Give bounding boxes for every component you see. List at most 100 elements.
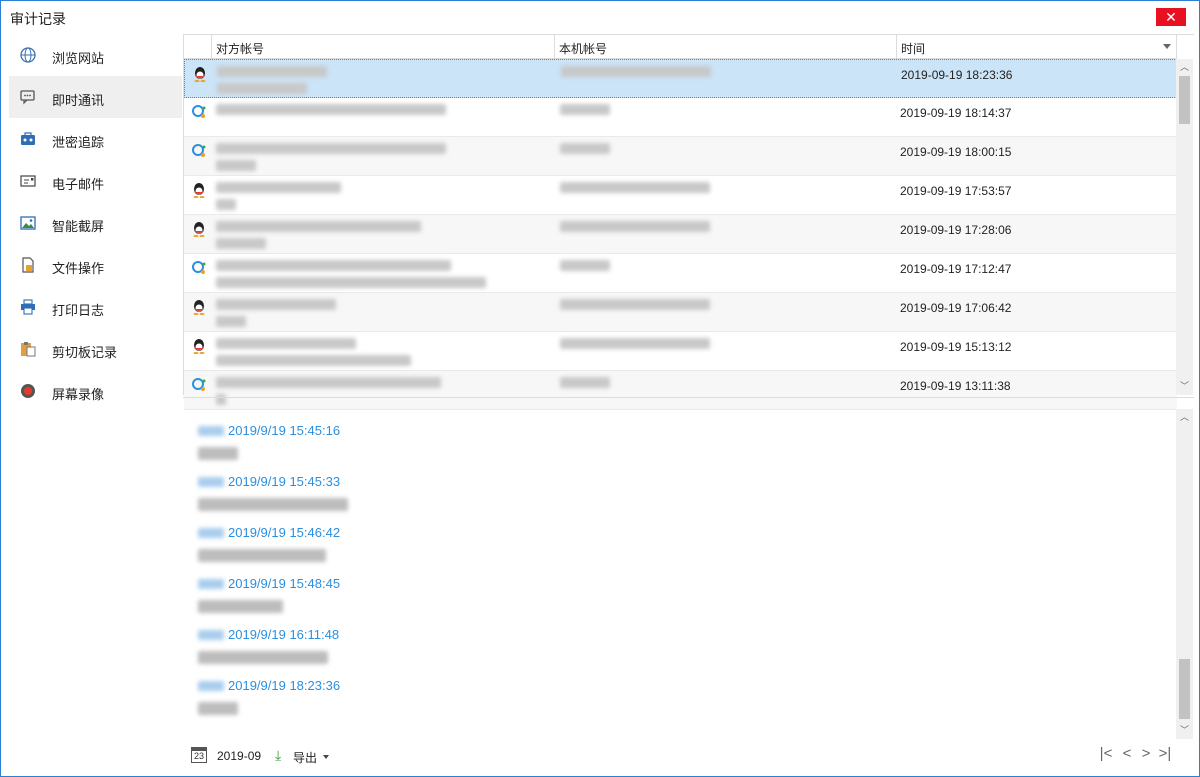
- sidebar-item-label: 剪切板记录: [52, 345, 118, 360]
- blurred-peer-account: [216, 377, 441, 388]
- prev-page-button[interactable]: <: [1119, 745, 1135, 765]
- scroll-up-icon[interactable]: ︿: [1176, 409, 1193, 426]
- blurred-message-preview: [217, 83, 307, 94]
- chat-icon: [20, 90, 35, 105]
- table-row[interactable]: 2019-09-19 15:13:12: [184, 332, 1177, 371]
- blurred-message-body: [198, 549, 326, 562]
- sidebar-item-smart-screenshot[interactable]: 智能截屏: [9, 202, 182, 244]
- blurred-peer-account: [216, 299, 336, 310]
- calendar-day: 23: [193, 751, 204, 761]
- scroll-up-icon[interactable]: ︿: [1176, 59, 1193, 76]
- calendar-icon[interactable]: 23: [191, 747, 207, 763]
- blurred-sender-name: [198, 528, 224, 538]
- sidebar: 浏览网站 即时通讯 泄密追踪 电子邮件 智能截屏 文件操作 打印日志 剪切板记录…: [9, 34, 182, 772]
- message-timestamp: 2019/9/19 15:46:42: [228, 525, 341, 540]
- table-row[interactable]: 2019-09-19 17:06:42: [184, 293, 1177, 332]
- sidebar-item-browse-web[interactable]: 浏览网站: [9, 34, 182, 76]
- record-list: 对方帐号 本机帐号 时间 2019-09-19 18:23:36 2019-09-…: [183, 34, 1194, 410]
- blurred-local-account: [560, 182, 710, 193]
- briefcase-icon: [21, 132, 35, 145]
- audit-window: 审计记录 ✕ 浏览网站 即时通讯 泄密追踪 电子邮件 智能截屏 文件操作 打印日…: [0, 0, 1200, 777]
- scroll-thumb[interactable]: [1179, 76, 1190, 124]
- column-header-time[interactable]: 时间: [897, 35, 1177, 59]
- wechat-work-icon: [192, 378, 206, 391]
- sidebar-item-instant-messaging[interactable]: 即时通讯: [9, 76, 182, 118]
- column-header-label: 对方帐号: [216, 42, 265, 56]
- sidebar-item-clipboard-log[interactable]: 剪切板记录: [9, 328, 182, 370]
- message-timestamp: 2019/9/19 15:45:33: [228, 474, 341, 489]
- scroll-thumb[interactable]: [1179, 659, 1190, 719]
- sidebar-item-email[interactable]: 电子邮件: [9, 160, 182, 202]
- blurred-peer-account: [216, 338, 356, 349]
- blurred-message-body: [198, 600, 283, 613]
- scroll-down-icon[interactable]: ﹀: [1176, 378, 1193, 395]
- column-header-peer-account[interactable]: 对方帐号: [212, 35, 555, 59]
- blurred-local-account: [560, 221, 710, 232]
- wechat-work-icon: [192, 261, 206, 274]
- export-label: 导出: [293, 751, 318, 765]
- table-row[interactable]: 2019-09-19 17:53:57: [184, 176, 1177, 215]
- next-page-button[interactable]: >: [1138, 745, 1154, 765]
- table-row[interactable]: 2019-09-19 18:23:36: [184, 59, 1177, 98]
- sidebar-item-label: 打印日志: [52, 303, 105, 318]
- blurred-message-body: [198, 651, 328, 664]
- blurred-message-preview: [216, 277, 486, 288]
- image-icon: [20, 216, 36, 230]
- blurred-message-body: [198, 498, 348, 511]
- column-header-local-account[interactable]: 本机帐号: [555, 35, 897, 59]
- table-row[interactable]: 2019-09-19 17:12:47: [184, 254, 1177, 293]
- last-page-button[interactable]: >|: [1157, 745, 1173, 765]
- qq-icon: [194, 67, 206, 82]
- qq-icon: [193, 300, 205, 315]
- blurred-sender-name: [198, 681, 224, 691]
- wechat-work-icon: [192, 105, 206, 118]
- sidebar-item-label: 泄密追踪: [52, 135, 105, 150]
- list-scrollbar[interactable]: ︿ ﹀: [1176, 59, 1193, 395]
- message-timestamp: 2019/9/19 15:45:16: [228, 423, 341, 438]
- footer-toolbar: 23 2019-09 ⤓ 导出 |< < > >|: [183, 743, 1194, 771]
- blurred-message-preview: [216, 160, 256, 171]
- blurred-peer-account: [216, 104, 446, 115]
- mail-icon: [20, 175, 36, 187]
- scroll-down-icon[interactable]: ﹀: [1176, 722, 1193, 739]
- blurred-message-preview: [216, 199, 236, 210]
- message-timestamp: 2019/9/19 18:23:36: [228, 678, 341, 693]
- download-icon: ⤓: [275, 747, 282, 763]
- column-header-label: 本机帐号: [559, 42, 608, 56]
- globe-icon: [20, 47, 36, 63]
- table-row[interactable]: 2019-09-19 18:00:15: [184, 137, 1177, 176]
- message-timestamp: 2019/9/19 16:11:48: [228, 627, 340, 642]
- blurred-sender-name: [198, 579, 224, 589]
- first-page-button[interactable]: |<: [1098, 745, 1114, 765]
- close-button[interactable]: ✕: [1156, 8, 1186, 26]
- table-row[interactable]: 2019-09-19 17:28:06: [184, 215, 1177, 254]
- blurred-sender-name: [198, 630, 224, 640]
- detail-scrollbar[interactable]: ︿ ﹀: [1176, 409, 1193, 739]
- blurred-message-preview: [216, 238, 266, 249]
- window-title: 审计记录: [10, 11, 66, 27]
- sidebar-item-label: 屏幕录像: [52, 387, 105, 402]
- row-time: 2019-09-19 17:28:06: [900, 223, 1012, 237]
- sort-dropdown-icon[interactable]: [1163, 44, 1171, 49]
- blurred-peer-account: [216, 182, 341, 193]
- blurred-peer-account: [217, 66, 327, 77]
- table-row[interactable]: 2019-09-19 18:14:37: [184, 98, 1177, 137]
- blurred-local-account: [560, 260, 610, 271]
- title-bar: 审计记录 ✕: [1, 1, 1199, 34]
- icon-column-header: [184, 35, 212, 59]
- blurred-sender-name: [198, 477, 224, 487]
- blurred-local-account: [560, 143, 610, 154]
- blurred-message-body: [198, 447, 238, 460]
- sidebar-item-screen-recording[interactable]: 屏幕录像: [9, 370, 182, 412]
- month-selector[interactable]: 2019-09: [217, 749, 261, 763]
- row-time: 2019-09-19 17:06:42: [900, 301, 1012, 315]
- chevron-down-icon: [323, 755, 329, 759]
- sidebar-item-label: 浏览网站: [52, 51, 105, 66]
- sidebar-item-file-operations[interactable]: 文件操作: [9, 244, 182, 286]
- sidebar-item-print-log[interactable]: 打印日志: [9, 286, 182, 328]
- row-time: 2019-09-19 17:53:57: [900, 184, 1012, 198]
- blurred-peer-account: [216, 143, 446, 154]
- message-detail-pane: 2019/9/19 15:45:16 2019/9/19 15:45:33 2019…: [183, 397, 1194, 742]
- sidebar-item-leak-tracking[interactable]: 泄密追踪: [9, 118, 182, 160]
- blurred-local-account: [561, 66, 711, 77]
